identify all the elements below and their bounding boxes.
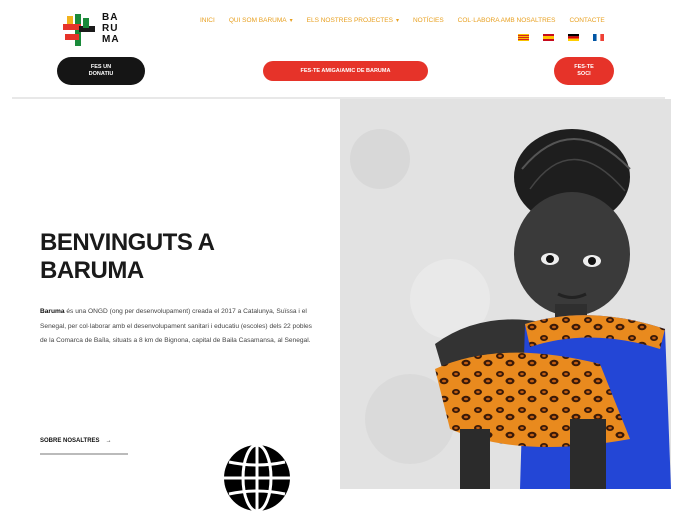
site-header: BA RU MA INICI QUI SOM BARUMA ▾ ELS NOSTR… [0,0,677,98]
hero-photo [340,99,671,489]
chevron-down-icon: ▾ [289,18,293,24]
donate-button[interactable]: FES UN DONATIU [57,57,145,85]
about-us-link[interactable]: SOBRE NOSALTRES → [40,438,112,444]
nav-item-inici[interactable]: INICI [200,17,215,24]
chevron-down-icon: ▾ [395,18,399,24]
arrow-right-icon: → [105,438,112,444]
nav-item-qui-som[interactable]: QUI SOM BARUMA ▾ [229,17,293,24]
baruma-logo[interactable]: BA RU MA [55,6,133,52]
nav-item-contacte[interactable]: CONTACTE [569,17,604,24]
logo-mark-icon [63,14,95,46]
about-us-underline [40,453,128,455]
flag-german-icon[interactable] [568,34,579,41]
child-photo-illustration [340,99,671,489]
globe-icon[interactable] [221,442,293,514]
nav-item-noticies[interactable]: NOTÍCIES [413,17,444,24]
hero-title: BENVINGUTS A BARUMA [40,229,215,284]
become-member-button[interactable]: FES-TE SOCI [554,57,614,85]
flag-french-icon[interactable] [593,34,604,41]
hero-description: Baruma és una ONGD (ong per desenvolupam… [40,308,312,345]
hero-text-panel [12,99,340,489]
become-friend-button[interactable]: FES-TE AMIGA/AMIC DE BARUMA [263,61,428,81]
main-nav: INICI QUI SOM BARUMA ▾ ELS NOSTRES PROJEC… [200,17,605,24]
logo-text: BA RU MA [102,12,120,45]
flag-spanish-icon[interactable] [543,34,554,41]
nav-item-collabora[interactable]: COL·LABORA AMB NOSALTRES [458,17,556,24]
flag-catalan-icon[interactable] [518,34,529,41]
language-switcher [518,34,604,41]
nav-item-projectes[interactable]: ELS NOSTRES PROJECTES ▾ [307,17,399,24]
